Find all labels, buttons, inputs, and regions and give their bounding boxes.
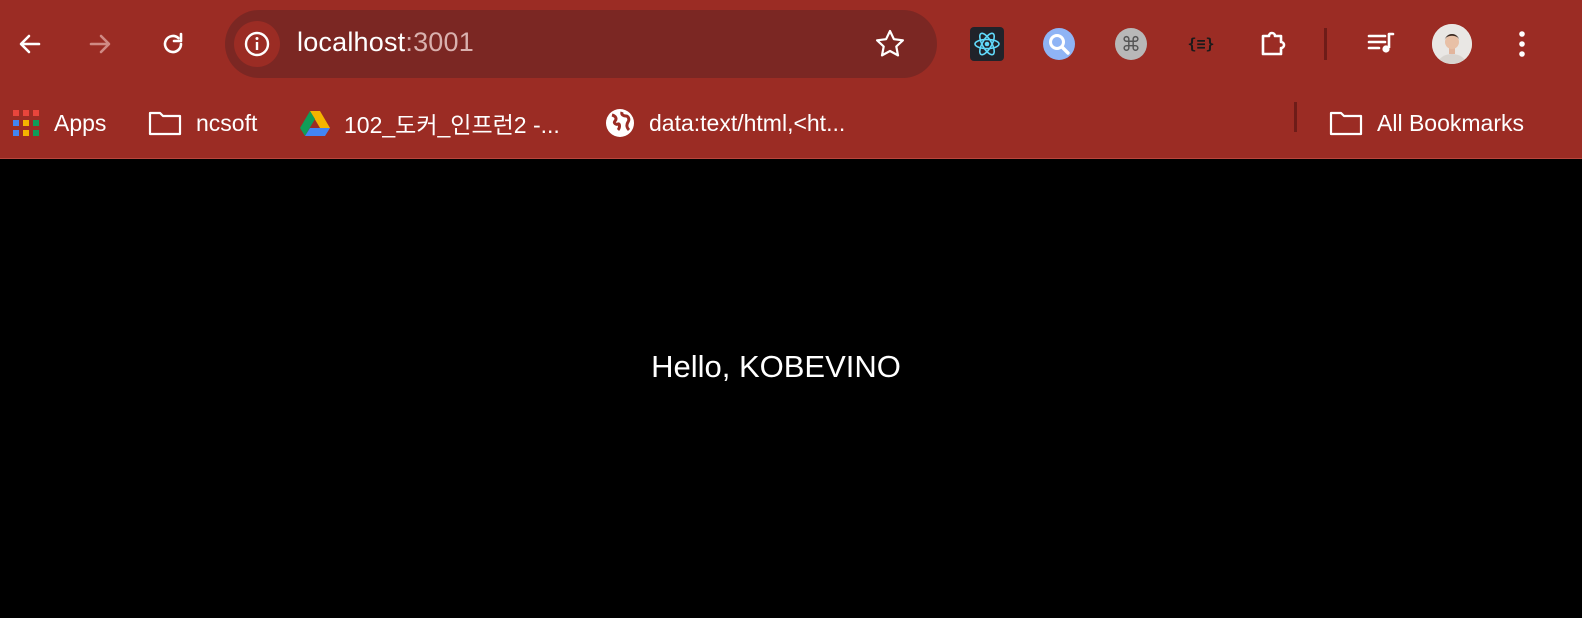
back-button[interactable] <box>10 24 50 64</box>
bookmark-google-drive[interactable]: 102_도커_인프런2 -... <box>300 100 560 146</box>
url-port: :3001 <box>405 27 474 57</box>
avatar-icon <box>1432 24 1472 64</box>
browser-chrome: localhost:3001 ⌘ {≡} Apps ncsoft 102_도커_… <box>0 0 1582 159</box>
bookmark-label: Apps <box>54 109 107 136</box>
forward-button[interactable] <box>80 24 120 64</box>
folder-icon <box>1329 111 1363 136</box>
json-formatter-button[interactable]: {≡} <box>1181 24 1221 64</box>
browser-menu-button[interactable] <box>1502 24 1542 64</box>
bookmark-star-button[interactable] <box>873 27 907 61</box>
extensions-button[interactable] <box>1254 24 1294 64</box>
globe-icon <box>606 109 634 137</box>
reload-button[interactable] <box>153 24 193 64</box>
profile-avatar[interactable] <box>1432 24 1472 64</box>
command-extension-icon: ⌘ <box>1115 28 1147 60</box>
site-info-button[interactable] <box>234 21 280 67</box>
bookmark-folder-ncsoft[interactable]: ncsoft <box>148 100 257 146</box>
command-extension-button[interactable]: ⌘ <box>1111 24 1151 64</box>
address-bar[interactable]: localhost:3001 <box>225 10 937 78</box>
json-formatter-icon: {≡} <box>1187 35 1215 53</box>
toolbar-separator <box>1324 28 1327 60</box>
reload-icon <box>163 32 183 54</box>
back-arrow-icon <box>19 34 41 54</box>
extensions-puzzle-icon <box>1261 31 1286 56</box>
react-devtools-button[interactable] <box>967 24 1007 64</box>
bookmark-label: ncsoft <box>196 109 258 136</box>
all-bookmarks-label: All Bookmarks <box>1377 109 1524 136</box>
kebab-menu-icon <box>1519 31 1525 57</box>
search-extension-icon <box>1043 28 1075 60</box>
bookmark-data-url[interactable]: data:text/html,<ht... <box>605 100 845 146</box>
bookmark-apps[interactable]: Apps <box>12 100 106 146</box>
bookmark-label: 102_도커_인프런2 -... <box>344 112 560 138</box>
url-host: localhost <box>297 27 406 57</box>
apps-grid-icon <box>13 110 39 136</box>
page-content: Hello, KOBEVINO <box>0 159 1582 618</box>
bookmarks-bar: Apps ncsoft 102_도커_인프런2 -... data:text/h… <box>0 88 1582 158</box>
forward-arrow-icon <box>89 34 111 54</box>
search-extension-button[interactable] <box>1039 24 1079 64</box>
browser-toolbar: localhost:3001 ⌘ {≡} <box>0 0 1582 88</box>
queue-music-icon <box>1367 32 1395 53</box>
star-icon <box>876 29 904 57</box>
all-bookmarks-button[interactable]: All Bookmarks <box>1329 100 1524 146</box>
url-text[interactable]: localhost:3001 <box>297 27 474 58</box>
hello-message: Hello, KOBEVINO <box>651 349 901 384</box>
command-symbol: ⌘ <box>1121 32 1141 56</box>
react-devtools-icon <box>970 27 1004 61</box>
bookmark-label: data:text/html,<ht... <box>649 109 846 136</box>
google-drive-icon <box>300 110 330 136</box>
media-controls-button[interactable] <box>1361 24 1401 64</box>
bookmarks-separator <box>1294 102 1297 132</box>
folder-icon <box>148 111 182 136</box>
info-icon <box>244 31 270 57</box>
